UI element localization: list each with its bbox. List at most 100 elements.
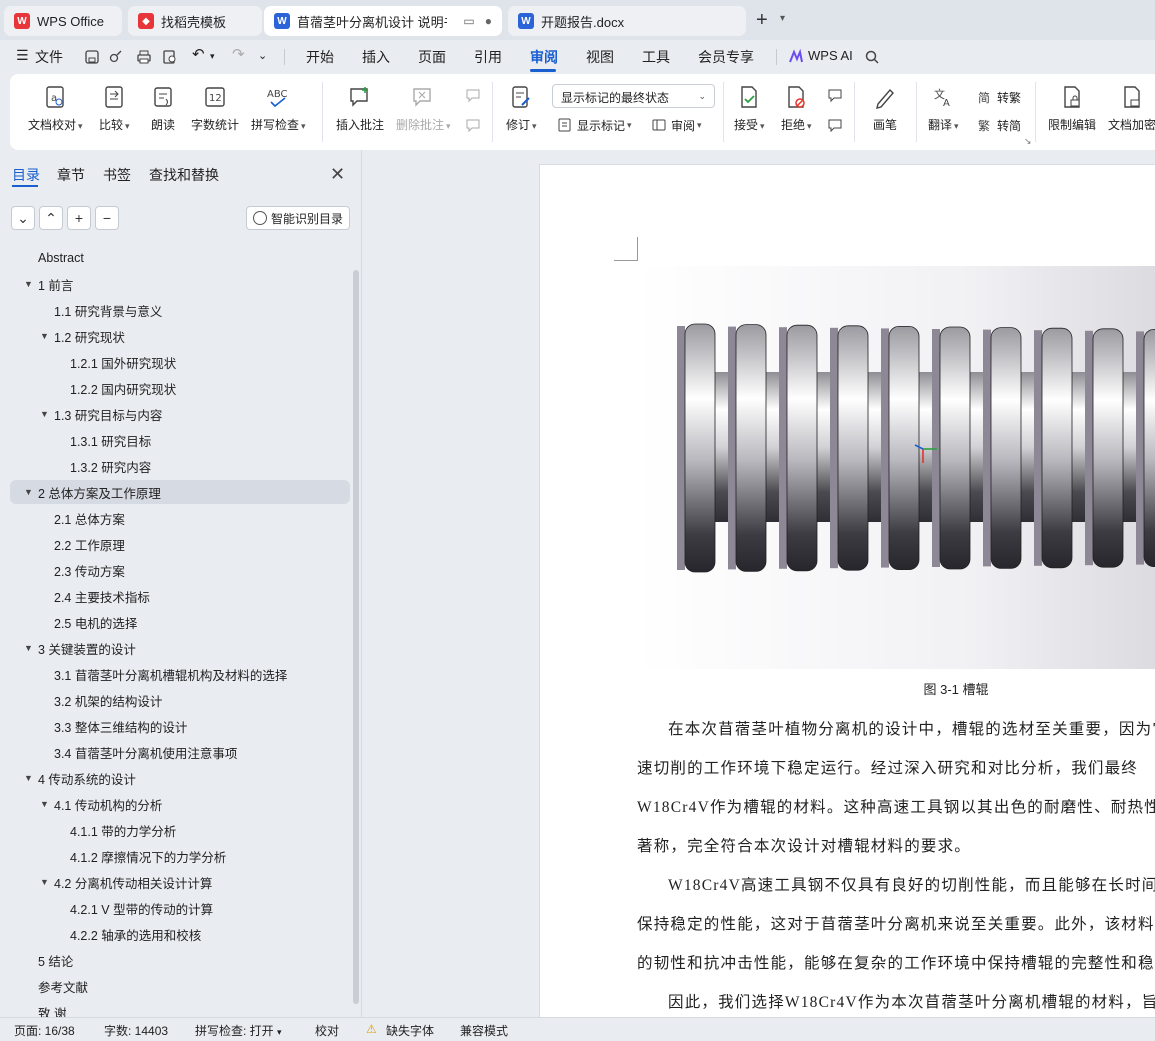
- nav-tab-toc[interactable]: 目录: [12, 165, 40, 185]
- spell-check-button[interactable]: ABC 拼写检查 ▾: [251, 84, 306, 133]
- menu-page[interactable]: 页面: [418, 47, 446, 67]
- save-icon[interactable]: [84, 49, 100, 65]
- menu-insert[interactable]: 插入: [362, 47, 390, 67]
- page-indicator[interactable]: 页面: 16/38: [14, 1022, 75, 1039]
- proofread-indicator[interactable]: 校对: [315, 1022, 339, 1039]
- accept-button[interactable]: 接受 ▾: [734, 84, 765, 133]
- nav-scrollbar[interactable]: [353, 270, 359, 1004]
- chevron-down-icon[interactable]: ▾: [780, 13, 785, 24]
- toc-item[interactable]: ▼ 3 关键装置的设计: [10, 636, 350, 660]
- toc-item[interactable]: 5 结论: [10, 948, 350, 972]
- missing-font-indicator[interactable]: 缺失字体: [386, 1022, 434, 1039]
- toc-item[interactable]: 2.5 电机的选择: [10, 610, 350, 634]
- review-pane-button[interactable]: 审阅 ▾: [650, 116, 702, 134]
- collapse-all-button[interactable]: ⌄: [11, 206, 35, 230]
- menu-tools[interactable]: 工具: [642, 47, 670, 67]
- previous-comment-button[interactable]: [464, 86, 485, 104]
- restrict-edit-button[interactable]: 限制编辑: [1048, 84, 1096, 133]
- unsaved-dot-icon[interactable]: ●: [485, 14, 492, 28]
- spell-check-indicator[interactable]: 拼写检查: 打开 ▾: [195, 1022, 282, 1039]
- search-icon[interactable]: [864, 49, 880, 65]
- insert-comment-button[interactable]: 插入批注: [336, 84, 384, 133]
- expand-arrow-icon[interactable]: ▼: [24, 279, 33, 289]
- hamburger-icon[interactable]: ☰: [16, 47, 29, 64]
- toc-item[interactable]: 2.3 传动方案: [10, 558, 350, 582]
- expand-arrow-icon[interactable]: ▼: [24, 773, 33, 783]
- toc-item[interactable]: 2.1 总体方案: [10, 506, 350, 530]
- toc-item[interactable]: Abstract: [10, 246, 350, 270]
- compare-button[interactable]: 比较 ▾: [99, 84, 130, 133]
- toc-item[interactable]: ▼ 1.3 研究目标与内容: [10, 402, 350, 426]
- read-aloud-button[interactable]: 朗读: [150, 84, 176, 133]
- undo-icon[interactable]: ↶: [192, 45, 205, 63]
- nav-tab-bookmarks[interactable]: 书签: [103, 165, 131, 185]
- expand-arrow-icon[interactable]: ▼: [40, 409, 49, 419]
- ribbon-expand-icon[interactable]: ↘: [1024, 136, 1032, 147]
- share-icon[interactable]: [108, 49, 124, 65]
- toc-item[interactable]: 1.1 研究背景与意义: [10, 298, 350, 322]
- toc-item[interactable]: ▼ 1.2 研究现状: [10, 324, 350, 348]
- toc-item[interactable]: 3.3 整体三维结构的设计: [10, 714, 350, 738]
- expand-arrow-icon[interactable]: ▼: [40, 331, 49, 341]
- menu-references[interactable]: 引用: [474, 47, 502, 67]
- word-count-indicator[interactable]: 字数: 14403: [104, 1022, 168, 1039]
- new-tab-plus-icon[interactable]: +: [756, 10, 768, 30]
- next-change-button[interactable]: [826, 116, 847, 134]
- toc-item[interactable]: ▼ 1 前言: [10, 272, 350, 296]
- chevron-down-icon[interactable]: ⌄: [258, 49, 267, 62]
- add-heading-button[interactable]: +: [67, 206, 91, 230]
- toc-item[interactable]: ▼ 4.1 传动机构的分析: [10, 792, 350, 816]
- tab-current-document[interactable]: W 苜蓿茎叶分离机设计 说明书（ ▭ ●: [264, 6, 502, 36]
- menu-review[interactable]: 审阅: [530, 47, 558, 67]
- toc-item[interactable]: 2.2 工作原理: [10, 532, 350, 556]
- toc-item[interactable]: 1.2.1 国外研究现状: [10, 350, 350, 374]
- toc-item[interactable]: 3.1 苜蓿茎叶分离机槽辊机构及材料的选择: [10, 662, 350, 686]
- toc-item[interactable]: 3.2 机架的结构设计: [10, 688, 350, 712]
- menu-member[interactable]: 会员专享: [698, 47, 754, 67]
- tab-proposal-report[interactable]: W 开题报告.docx: [508, 6, 746, 36]
- menu-wps-ai[interactable]: WPS AI: [808, 48, 853, 63]
- toc-item[interactable]: 4.1.1 带的力学分析: [10, 818, 350, 842]
- chevron-down-icon[interactable]: ▾: [210, 51, 215, 62]
- tab-docer-templates[interactable]: ◆ 找稻壳模板: [128, 6, 262, 36]
- proofread-button[interactable]: a 文档校对 ▾: [28, 84, 83, 133]
- nav-tab-sections[interactable]: 章节: [57, 165, 85, 185]
- pen-button[interactable]: 画笔: [872, 84, 898, 133]
- nav-tab-find-replace[interactable]: 查找和替换: [149, 165, 219, 185]
- to-simplified-button[interactable]: 繁 转简: [976, 116, 1021, 134]
- delete-comment-button[interactable]: 删除批注 ▾: [396, 84, 451, 133]
- previous-change-button[interactable]: [826, 86, 847, 104]
- print-preview-icon[interactable]: [162, 49, 178, 65]
- print-icon[interactable]: [136, 49, 152, 65]
- translate-button[interactable]: 文A 翻译 ▾: [928, 84, 959, 133]
- toc-item[interactable]: 参考文献: [10, 974, 350, 998]
- remove-heading-button[interactable]: −: [95, 206, 119, 230]
- toc-item[interactable]: 4.2.1 V 型带的传动的计算: [10, 896, 350, 920]
- close-icon[interactable]: ✕: [330, 164, 345, 185]
- doc-encrypt-button[interactable]: 文档加密: [1108, 84, 1155, 133]
- expand-up-button[interactable]: ⌃: [39, 206, 63, 230]
- redo-icon[interactable]: ↷: [232, 45, 245, 63]
- to-traditional-button[interactable]: 简 转繁: [976, 88, 1021, 106]
- expand-arrow-icon[interactable]: ▼: [24, 643, 33, 653]
- toc-item[interactable]: 1.2.2 国内研究现状: [10, 376, 350, 400]
- toc-item[interactable]: 3.4 苜蓿茎叶分离机使用注意事项: [10, 740, 350, 764]
- expand-arrow-icon[interactable]: ▼: [24, 487, 33, 497]
- show-markup-button[interactable]: 显示标记 ▾: [556, 116, 632, 134]
- next-comment-button[interactable]: [464, 116, 485, 134]
- markup-state-select[interactable]: 显示标记的最终状态 ⌄: [552, 84, 715, 108]
- toc-item[interactable]: 4.1.2 摩擦情况下的力学分析: [10, 844, 350, 868]
- word-count-button[interactable]: 12 字数统计: [191, 84, 239, 133]
- toc-item[interactable]: ▼ 2 总体方案及工作原理: [10, 480, 350, 504]
- menu-file[interactable]: 文件: [35, 47, 63, 67]
- toc-item[interactable]: 4.2.2 轴承的选用和校核: [10, 922, 350, 946]
- toc-item[interactable]: ▼ 4 传动系统的设计: [10, 766, 350, 790]
- menu-view[interactable]: 视图: [586, 47, 614, 67]
- toc-item[interactable]: 1.3.2 研究内容: [10, 454, 350, 478]
- document-page[interactable]: 图 3-1 槽辊 在本次苜蓿茎叶植物分离机的设计中，槽辊的选材至关重要，因为它 …: [539, 164, 1155, 1017]
- toc-item[interactable]: 1.3.1 研究目标: [10, 428, 350, 452]
- toc-item[interactable]: 2.4 主要技术指标: [10, 584, 350, 608]
- toc-item[interactable]: ▼ 4.2 分离机传动相关设计计算: [10, 870, 350, 894]
- track-changes-button[interactable]: 修订 ▾: [506, 84, 537, 133]
- expand-arrow-icon[interactable]: ▼: [40, 799, 49, 809]
